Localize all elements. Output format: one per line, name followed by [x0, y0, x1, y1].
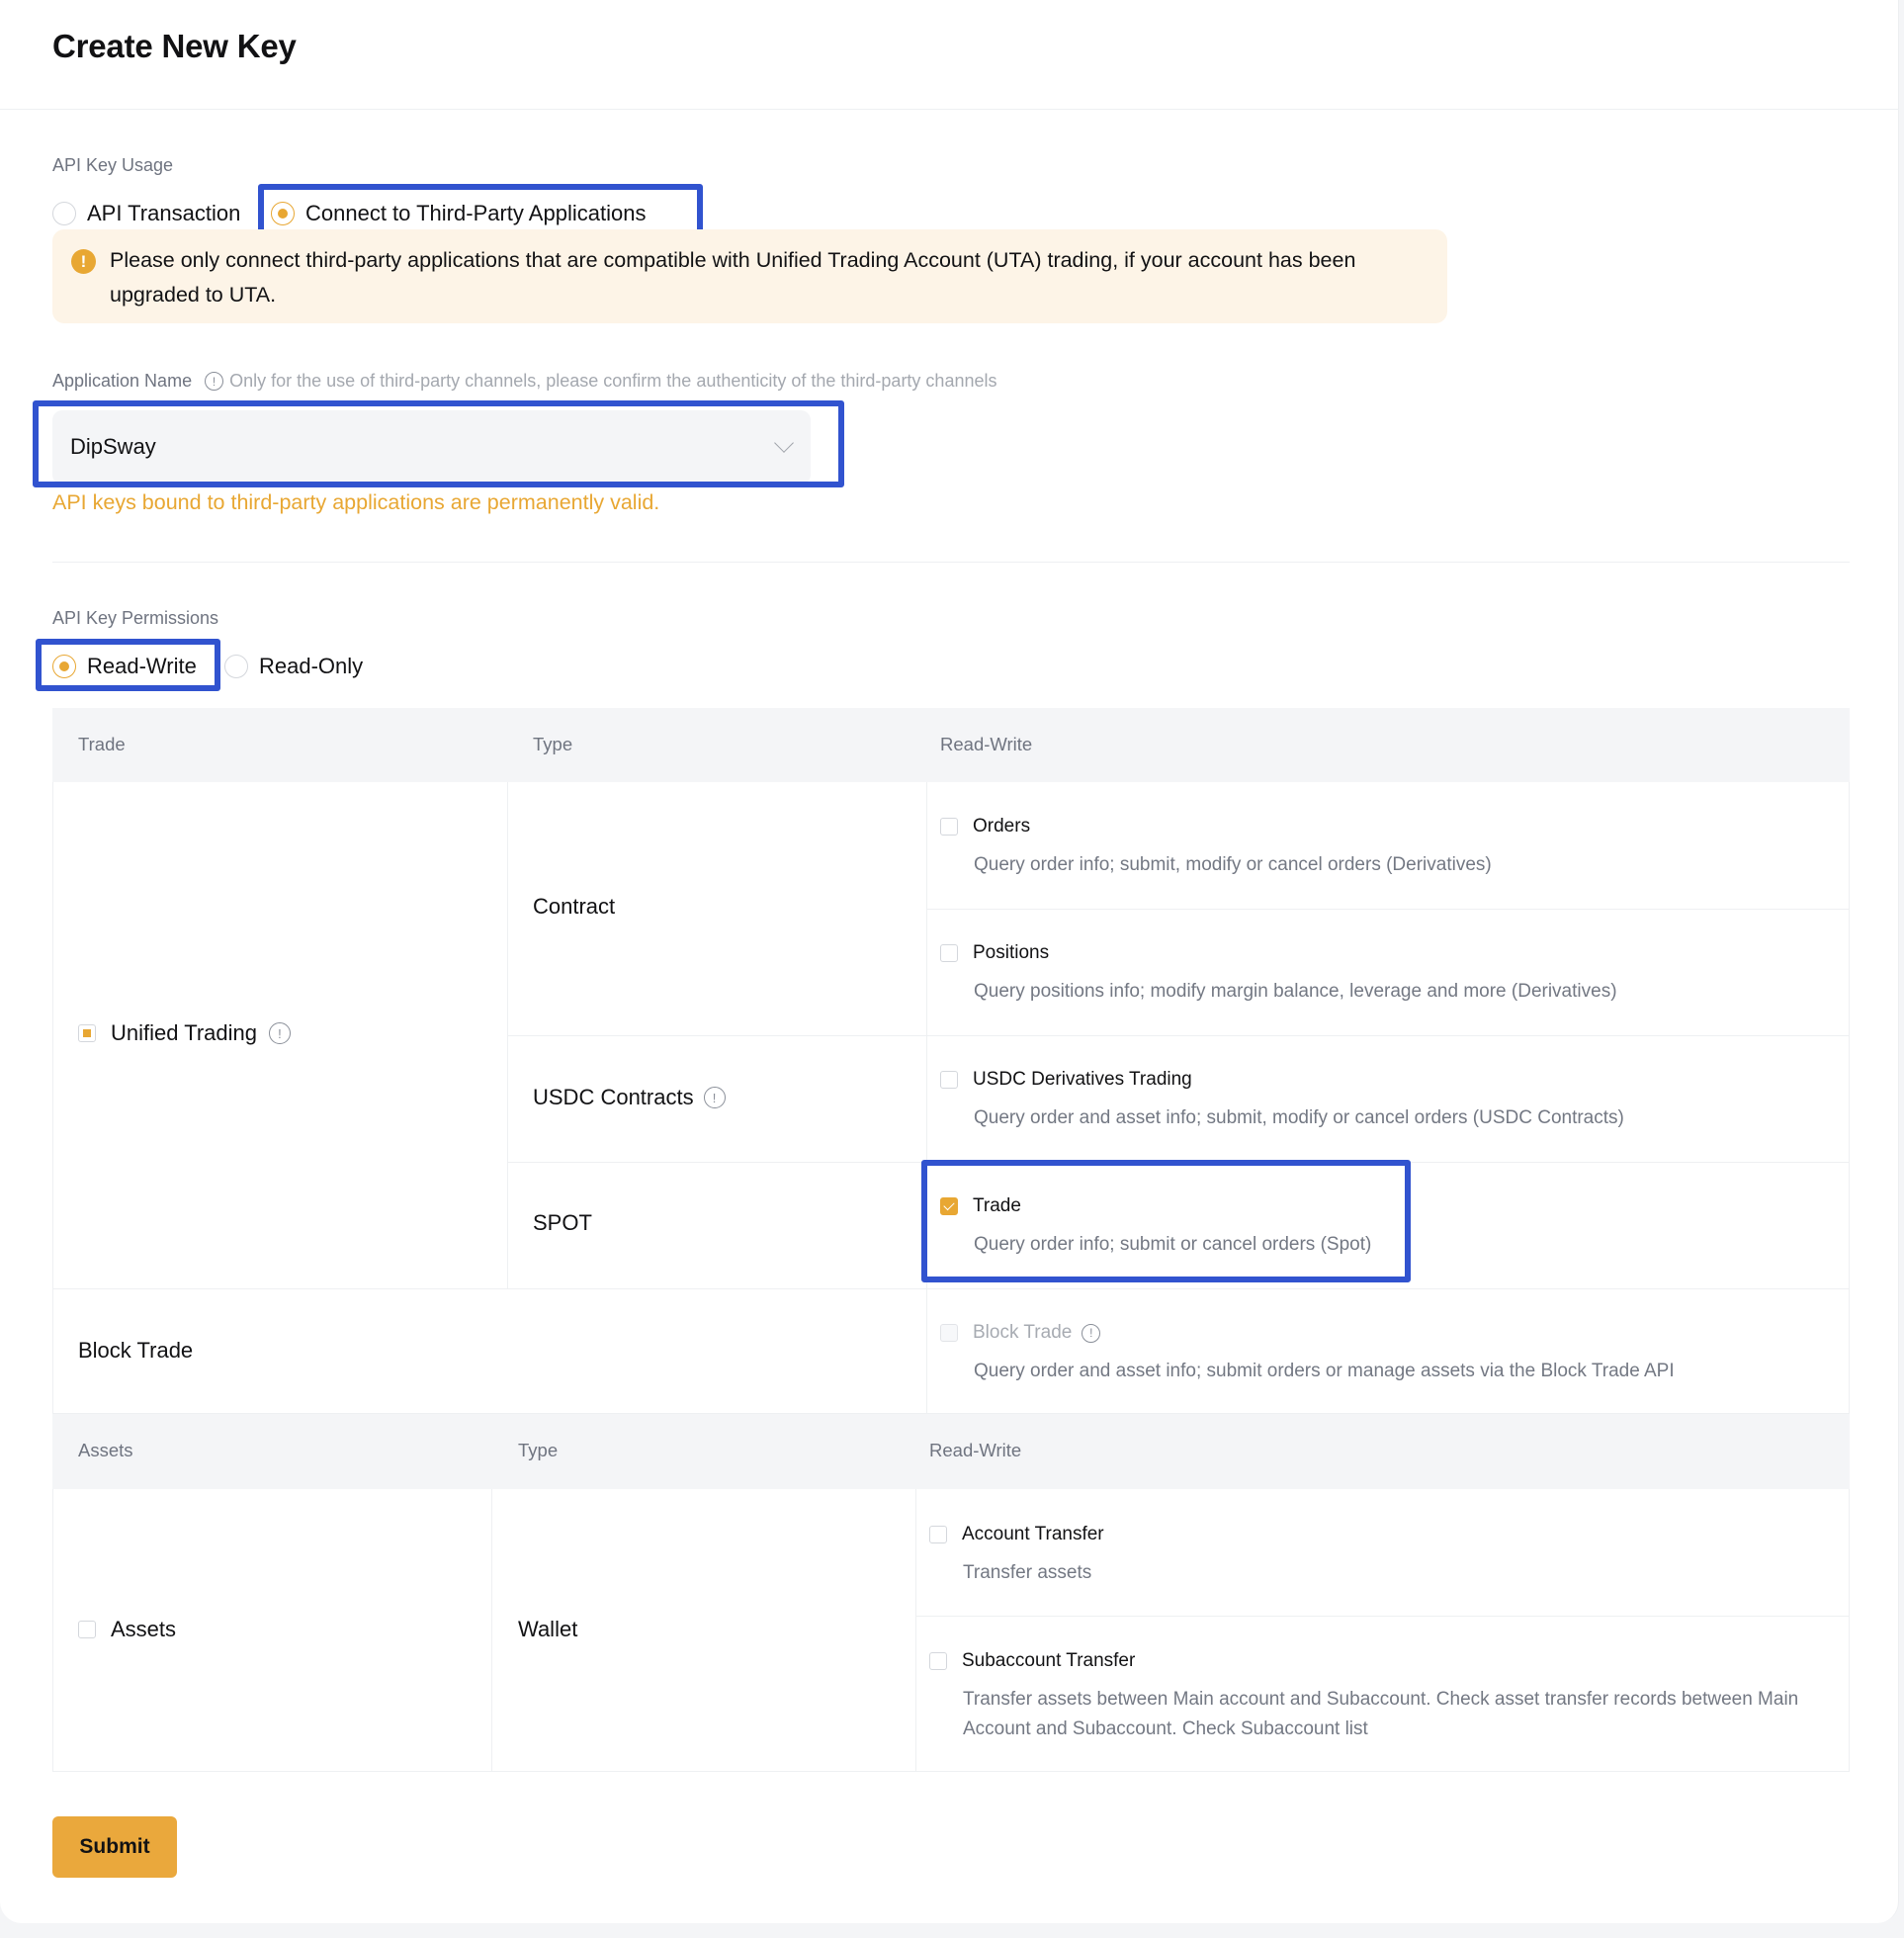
- radio-api-transaction[interactable]: [52, 202, 76, 225]
- table-border: [52, 1288, 1850, 1289]
- table-border: [491, 1489, 492, 1772]
- positions-checkbox[interactable]: [940, 944, 958, 962]
- section-divider: [52, 562, 1850, 563]
- table-border: [915, 1489, 916, 1772]
- chevron-down-icon: [774, 433, 794, 453]
- radio-label: Read-Write: [87, 654, 197, 678]
- perm-subaccount-transfer[interactable]: Subaccount Transfer: [929, 1650, 1135, 1672]
- uta-alert: ! Please only connect third-party applic…: [52, 229, 1447, 323]
- block-trade-desc: Query order and asset info; submit order…: [974, 1361, 1675, 1381]
- header-assets: Assets: [78, 1440, 133, 1460]
- table-border: [52, 1771, 1850, 1772]
- application-label-row: Application Name ! Only for the use of t…: [52, 371, 997, 392]
- table-border: [507, 1035, 1850, 1036]
- type-usdc-contracts: USDC Contracts: [533, 1085, 694, 1109]
- table-border: [915, 1616, 1850, 1617]
- spot-trade-title: Trade: [973, 1195, 1021, 1216]
- table-border: [926, 909, 1850, 910]
- application-select[interactable]: DipSway: [52, 410, 811, 484]
- application-label: Application Name: [52, 371, 193, 391]
- assets-table-header: Assets Type Read-Write: [52, 1414, 1850, 1489]
- unified-trading-label: Unified Trading: [111, 1020, 257, 1045]
- table-border: [1849, 782, 1850, 1414]
- assets-label: Assets: [111, 1617, 177, 1641]
- positions-desc: Query positions info; modify margin bala…: [974, 981, 1617, 1002]
- subaccount-transfer-title: Subaccount Transfer: [962, 1650, 1136, 1671]
- radio-label: Connect to Third-Party Applications: [305, 201, 647, 225]
- table-border: [52, 782, 53, 1414]
- radio-label: Read-Only: [259, 654, 364, 678]
- header-read-write: Read-Write: [929, 1440, 1022, 1460]
- permanent-validity-note: API keys bound to third-party applicatio…: [52, 490, 660, 514]
- radio-read-write[interactable]: [52, 655, 76, 678]
- permission-option-read-only[interactable]: Read-Only: [224, 654, 363, 679]
- usdc-derivatives-desc: Query order and asset info; submit, modi…: [974, 1107, 1624, 1128]
- info-icon[interactable]: !: [268, 1022, 291, 1044]
- block-trade-title: Block Trade: [973, 1322, 1073, 1343]
- account-transfer-checkbox[interactable]: [929, 1526, 947, 1543]
- application-hint: Only for the use of third-party channels…: [229, 371, 997, 391]
- radio-read-only[interactable]: [224, 655, 248, 678]
- application-select-value: DipSway: [70, 434, 156, 459]
- trade-permissions-table: Trade Type Read-Write Unified Trading ! …: [52, 708, 1850, 1414]
- submit-button[interactable]: Submit: [52, 1816, 177, 1878]
- spot-trade-checkbox[interactable]: [940, 1197, 958, 1215]
- create-key-card: Create New Key API Key Usage API Transac…: [0, 0, 1899, 1923]
- account-transfer-desc: Transfer assets: [963, 1562, 1092, 1583]
- table-border: [926, 782, 927, 1414]
- warning-icon: !: [71, 249, 96, 274]
- info-icon[interactable]: !: [1082, 1323, 1101, 1343]
- spot-trade-desc: Query order info; submit or cancel order…: [974, 1234, 1372, 1255]
- unified-trading-checkbox[interactable]: [78, 1024, 96, 1042]
- permissions-label: API Key Permissions: [52, 608, 219, 628]
- orders-title: Orders: [973, 816, 1031, 837]
- header-type: Type: [518, 1440, 559, 1460]
- perm-spot-trade[interactable]: Trade: [940, 1195, 1021, 1217]
- usage-label: API Key Usage: [52, 155, 174, 175]
- assets-checkbox[interactable]: [78, 1621, 96, 1638]
- perm-block-trade: Block Trade !: [940, 1322, 1101, 1344]
- type-contract: Contract: [533, 894, 616, 919]
- unified-trading-row[interactable]: Unified Trading !: [78, 1020, 291, 1046]
- subaccount-transfer-desc: Transfer assets between Main account and…: [963, 1689, 1799, 1739]
- radio-third-party[interactable]: [271, 202, 295, 225]
- positions-title: Positions: [973, 942, 1050, 963]
- radio-label: API Transaction: [87, 201, 241, 225]
- block-trade-label: Block Trade: [78, 1338, 194, 1363]
- type-wallet: Wallet: [518, 1617, 578, 1641]
- perm-usdc-derivatives[interactable]: USDC Derivatives Trading: [940, 1069, 1192, 1091]
- alert-text: Please only connect third-party applicat…: [110, 248, 1356, 307]
- header-trade: Trade: [78, 734, 126, 754]
- header-type: Type: [533, 734, 573, 754]
- info-icon[interactable]: !: [703, 1087, 726, 1108]
- orders-checkbox[interactable]: [940, 818, 958, 836]
- table-border: [507, 1162, 1850, 1163]
- table-border: [1849, 1489, 1850, 1772]
- trade-table-header: Trade Type Read-Write: [52, 708, 1850, 782]
- info-icon[interactable]: !: [205, 372, 224, 391]
- usdc-derivatives-checkbox[interactable]: [940, 1071, 958, 1089]
- usage-option-api-transaction[interactable]: API Transaction: [52, 201, 240, 226]
- assets-row[interactable]: Assets: [78, 1617, 176, 1642]
- header-read-write: Read-Write: [940, 734, 1033, 754]
- usage-option-third-party[interactable]: Connect to Third-Party Applications: [271, 201, 646, 226]
- type-usdc-contracts-row: USDC Contracts !: [533, 1085, 726, 1110]
- perm-orders[interactable]: Orders: [940, 816, 1030, 837]
- table-border: [52, 1489, 53, 1772]
- account-transfer-title: Account Transfer: [962, 1524, 1104, 1544]
- perm-positions[interactable]: Positions: [940, 942, 1049, 964]
- permission-option-read-write[interactable]: Read-Write: [52, 654, 197, 679]
- subaccount-transfer-checkbox[interactable]: [929, 1652, 947, 1670]
- block-trade-checkbox: [940, 1324, 958, 1342]
- header-divider: [0, 109, 1899, 110]
- type-spot: SPOT: [533, 1210, 592, 1235]
- usdc-derivatives-title: USDC Derivatives Trading: [973, 1069, 1192, 1090]
- assets-permissions-table: Assets Type Read-Write Assets Wallet Acc…: [52, 1414, 1850, 1772]
- orders-desc: Query order info; submit, modify or canc…: [974, 854, 1492, 875]
- perm-account-transfer[interactable]: Account Transfer: [929, 1524, 1104, 1545]
- page-title: Create New Key: [52, 28, 297, 64]
